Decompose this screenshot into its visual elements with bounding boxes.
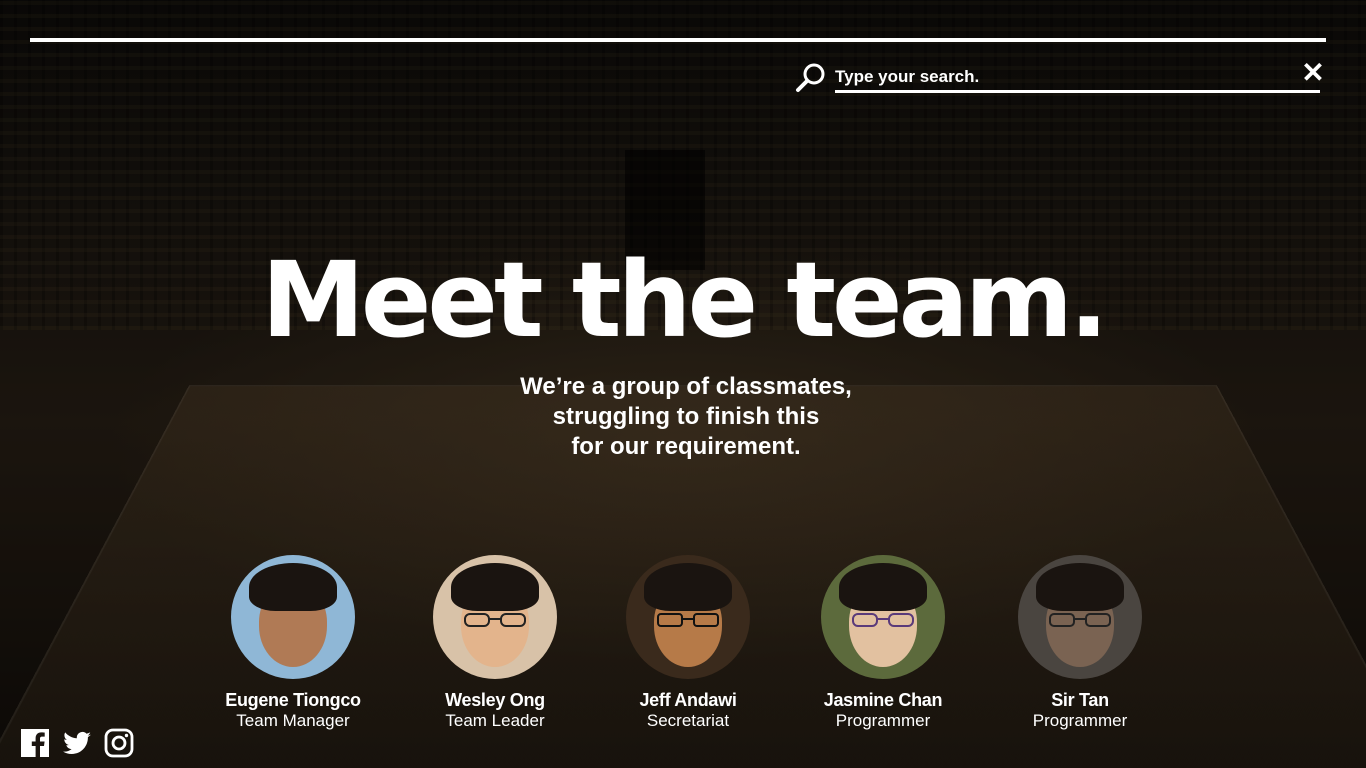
team-list: Eugene Tiongco Team Manager Wesley Ong T… [195,555,1175,735]
member-role: Secretariat [646,711,730,730]
team-member-card[interactable]: Sir Tan Programmer [982,555,1178,731]
twitter-icon[interactable] [62,728,92,758]
member-role: Team Leader [445,711,545,730]
avatar [821,555,945,679]
search-bar [795,62,1325,94]
team-member-card[interactable]: Wesley Ong Team Leader [397,555,593,731]
page-title: Meet the team. [261,239,1108,361]
close-icon[interactable]: ✕ [1300,59,1326,87]
tagline-line: struggling to finish this [552,403,820,430]
member-name: Sir Tan [1051,690,1109,710]
team-member-card[interactable]: Eugene Tiongco Team Manager [195,555,391,731]
page-tagline: We’re a group of classmates, struggling … [0,372,1366,462]
member-name: Jasmine Chan [823,690,943,710]
tagline-line: for our requirement. [571,433,801,460]
instagram-icon[interactable] [104,728,134,758]
member-name: Jeff Andawi [639,690,737,710]
member-name: Wesley Ong [445,690,545,710]
avatar [626,555,750,679]
member-role: Programmer [1032,711,1128,730]
member-name: Eugene Tiongco [225,690,361,710]
team-member-card[interactable]: Jasmine Chan Programmer [785,555,981,731]
facebook-icon[interactable] [20,728,50,758]
tagline-line: We’re a group of classmates, [520,373,852,400]
member-role: Team Manager [236,711,350,730]
team-member-card[interactable]: Jeff Andawi Secretariat [590,555,786,731]
avatar [433,555,557,679]
avatar [1018,555,1142,679]
avatar [231,555,355,679]
member-role: Programmer [835,711,931,730]
search-input[interactable] [835,64,1320,93]
top-divider [30,38,1326,42]
search-icon[interactable] [795,62,827,94]
social-links [20,728,134,758]
